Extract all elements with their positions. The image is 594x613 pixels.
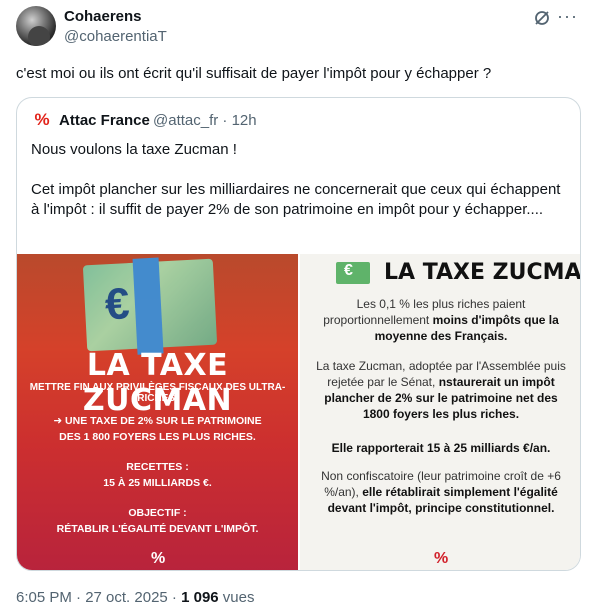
media-grid: € LA TAXE ZUCMAN METTRE FIN AUX PRIVILÈG…	[17, 254, 581, 570]
quoted-text: Nous voulons la taxe Zucman ! Cet impôt …	[31, 140, 567, 240]
avatar[interactable]	[16, 6, 56, 46]
quoted-paragraph: Nous voulons la taxe Zucman !	[31, 141, 237, 158]
right-paragraph: Non confiscatoire (leur patrimoine croît…	[314, 468, 568, 516]
attac-mark-icon: %	[151, 550, 166, 567]
right-paragraph: La taxe Zucman, adoptée par l'Assemblée …	[314, 358, 568, 422]
left-line: RÉTABLIR L'ÉGALITÉ DEVANT L'IMPÔT.	[56, 523, 259, 535]
quoted-tweet[interactable]: % Attac France @attac_fr · 12h Nous voul…	[16, 97, 581, 571]
quoted-paragraph: Cet impôt plancher sur les milliardaires…	[31, 181, 561, 218]
left-line: DES 1 800 FOYERS LES PLUS RICHES.	[59, 431, 256, 443]
author-name[interactable]: Cohaerens	[64, 8, 142, 25]
attac-mark-icon: %	[434, 550, 449, 567]
quoted-author-meta[interactable]: @attac_fr · 12h	[153, 112, 257, 129]
right-emphasis: Elle rapporterait 15 à 25 milliards €/an…	[331, 441, 551, 455]
more-options-icon[interactable]: ···	[557, 6, 578, 27]
quoted-author-name[interactable]: Attac France	[59, 112, 150, 129]
left-line: RECETTES :	[126, 461, 189, 473]
views-label: vues	[218, 589, 255, 606]
media-image-right[interactable]: LA TAXE ZUCMAN Les 0,1 % les plus riches…	[300, 254, 581, 570]
right-paragraph: Les 0,1 % les plus riches paient proport…	[314, 296, 568, 344]
timestamp[interactable]: 6:05 PM · 27 oct. 2025 ·	[16, 589, 181, 606]
right-title: LA TAXE ZUCMAN	[384, 260, 581, 285]
views-count: 1 096	[181, 589, 219, 606]
right-emphasis: elle rétablirait simplement l'égalité de…	[327, 485, 558, 515]
grok-icon[interactable]	[532, 8, 552, 28]
media-image-left[interactable]: € LA TAXE ZUCMAN METTRE FIN AUX PRIVILÈG…	[17, 254, 298, 570]
left-line: 15 À 25 MILLIARDS €.	[103, 477, 212, 489]
tweet-header: Cohaerens @cohaerentiaT ···	[16, 6, 578, 50]
euro-icon: €	[103, 279, 131, 330]
left-line: OBJECTIF :	[128, 507, 187, 519]
euro-bill-icon: €	[82, 257, 218, 355]
left-line: ➜ UNE TAXE DE 2% SUR LE PATRIMOINE	[53, 415, 262, 427]
author-handle[interactable]: @cohaerentiaT	[64, 28, 167, 45]
tweet-text: c'est moi ou ils ont écrit qu'il suffisa…	[16, 65, 492, 82]
attac-logo-icon: %	[34, 110, 50, 129]
tweet-footer: 6:05 PM · 27 oct. 2025 · 1 096 vues	[16, 589, 255, 606]
euro-bill-icon	[336, 262, 370, 284]
left-subtitle: METTRE FIN AUX PRIVILÈGES FISCAUX DES UL…	[29, 382, 286, 404]
right-paragraph: Elle rapporterait 15 à 25 milliards €/an…	[314, 440, 568, 456]
